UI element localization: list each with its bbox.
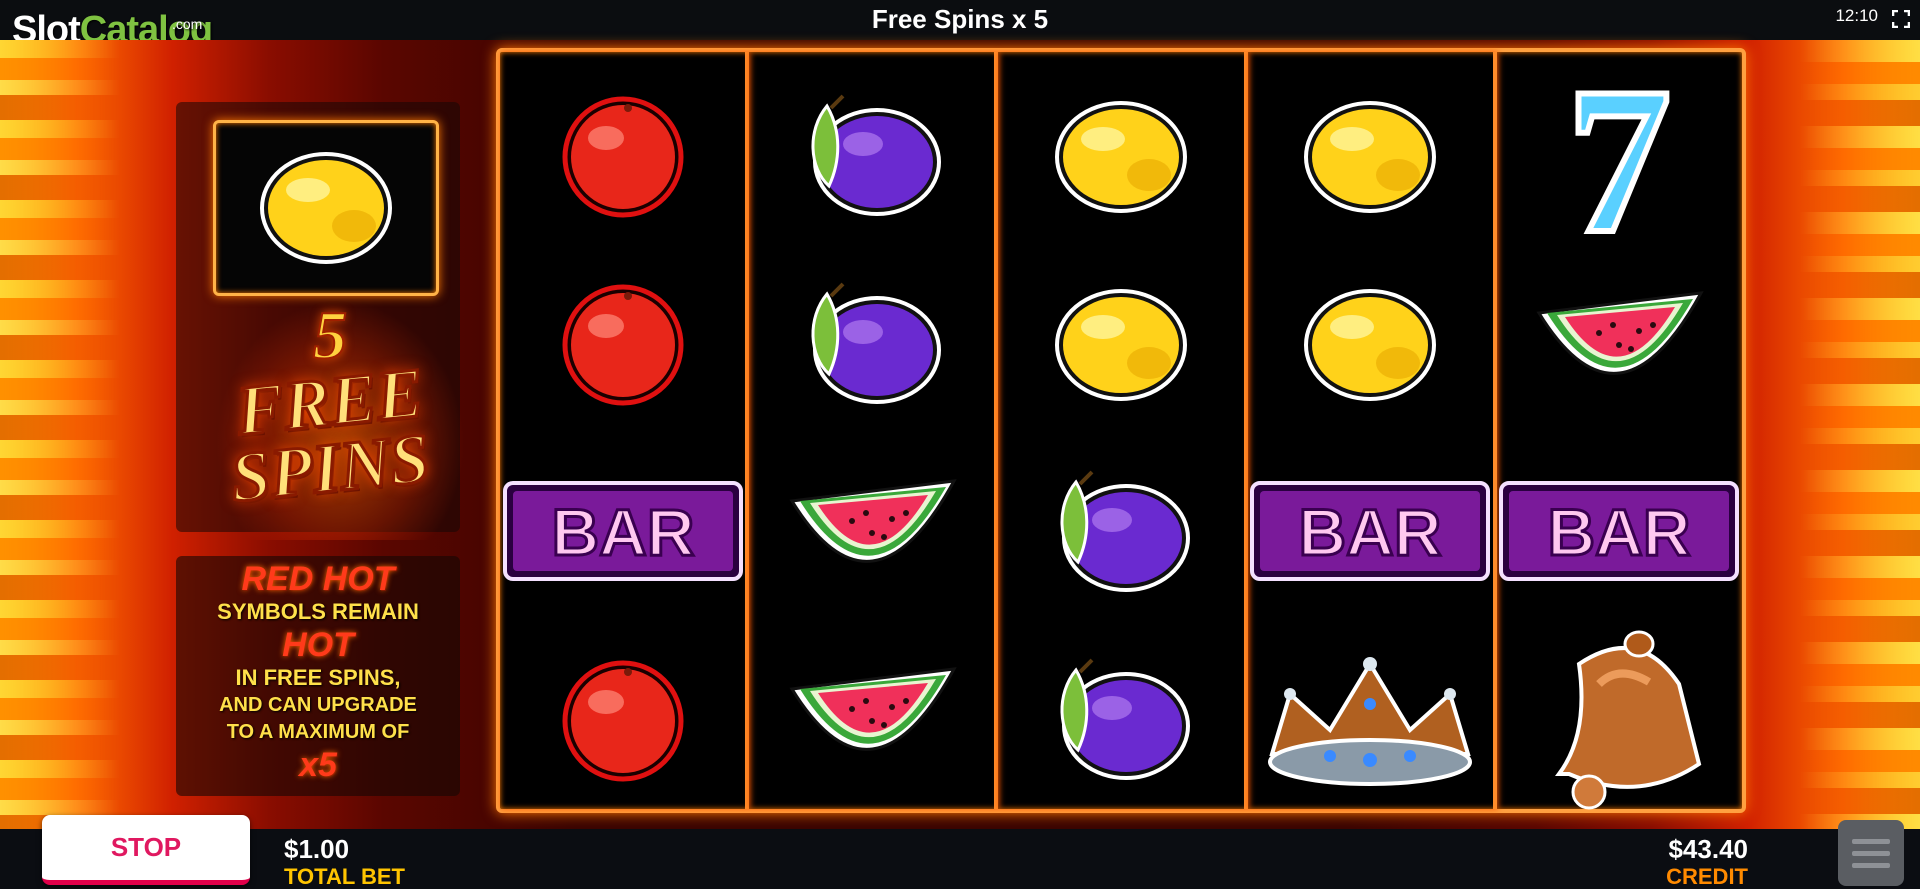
- info-max-multiplier: x5: [299, 746, 337, 784]
- menu-icon-bar: [1852, 862, 1890, 868]
- hot-symbol-box: [213, 120, 439, 296]
- symbol-bell: [1497, 624, 1742, 814]
- symbol-cherry: [500, 624, 745, 814]
- symbol-plum: [998, 624, 1243, 814]
- menu-icon-bar: [1852, 838, 1890, 844]
- symbol-lemon: [998, 60, 1243, 250]
- info-symbols-remain: SYMBOLS REMAIN: [217, 599, 419, 624]
- symbol-cherry: [500, 60, 745, 250]
- symbol-watermelon: [749, 436, 994, 626]
- fullscreen-icon[interactable]: [1892, 10, 1910, 28]
- reel-4: BAR: [1248, 52, 1497, 809]
- symbol-lemon: [998, 248, 1243, 438]
- svg-text:7: 7: [1567, 65, 1672, 245]
- symbol-cherry: [500, 248, 745, 438]
- reel-1: BAR: [500, 52, 750, 809]
- info-red-hot: RED HOT: [241, 560, 395, 598]
- svg-text:BAR: BAR: [551, 495, 694, 569]
- reel-2: [749, 52, 999, 809]
- symbol-watermelon: [749, 624, 994, 814]
- stop-button[interactable]: STOP: [42, 815, 250, 885]
- info-maximum-of: TO A MAXIMUM OF: [226, 721, 410, 743]
- hot-symbol-lemon: [256, 146, 396, 271]
- reel-grid: BAR BAR 7 BAR: [496, 48, 1746, 813]
- symbol-plum: [998, 436, 1243, 626]
- symbol-watermelon: [1497, 248, 1742, 438]
- reel-3: [998, 52, 1248, 809]
- red-hot-info: RED HOT SYMBOLS REMAIN HOT IN FREE SPINS…: [176, 556, 460, 796]
- symbol-bar: BAR: [1248, 436, 1493, 626]
- menu-icon-bar: [1852, 850, 1890, 856]
- svg-text:BAR: BAR: [1299, 495, 1442, 569]
- symbol-lemon: [1248, 248, 1493, 438]
- game-status-title: Free Spins x 5: [871, 4, 1049, 34]
- symbol-bar: BAR: [1497, 436, 1742, 626]
- symbol-bar: BAR: [500, 436, 745, 626]
- symbol-plum: [749, 248, 994, 438]
- total-bet-label: TOTAL BET: [284, 864, 405, 889]
- info-in-free-spins: IN FREE SPINS,: [235, 665, 401, 690]
- menu-button[interactable]: [1838, 820, 1904, 886]
- clock: 12:10: [1835, 6, 1878, 25]
- credit-label: CREDIT: [1666, 864, 1748, 889]
- top-bar: SlotCatalog .com Free Spins x 5 12:10: [0, 0, 1920, 51]
- info-can-upgrade: AND CAN UPGRADE: [219, 694, 417, 716]
- free-spins-badge: 5 FREE SPINS: [210, 299, 450, 540]
- symbol-lemon: [1248, 60, 1493, 250]
- reel-5: 7 BAR: [1497, 52, 1742, 810]
- info-hot: HOT: [282, 626, 354, 664]
- credit-amount: $43.40: [1668, 834, 1748, 864]
- symbol-seven: 7: [1497, 60, 1742, 250]
- flames-left: [0, 40, 120, 829]
- total-bet-amount: $1.00: [284, 834, 350, 864]
- flames-right: [1800, 40, 1920, 829]
- symbol-crown: [1248, 624, 1493, 814]
- svg-text:BAR: BAR: [1548, 495, 1691, 569]
- symbol-plum: [749, 60, 994, 250]
